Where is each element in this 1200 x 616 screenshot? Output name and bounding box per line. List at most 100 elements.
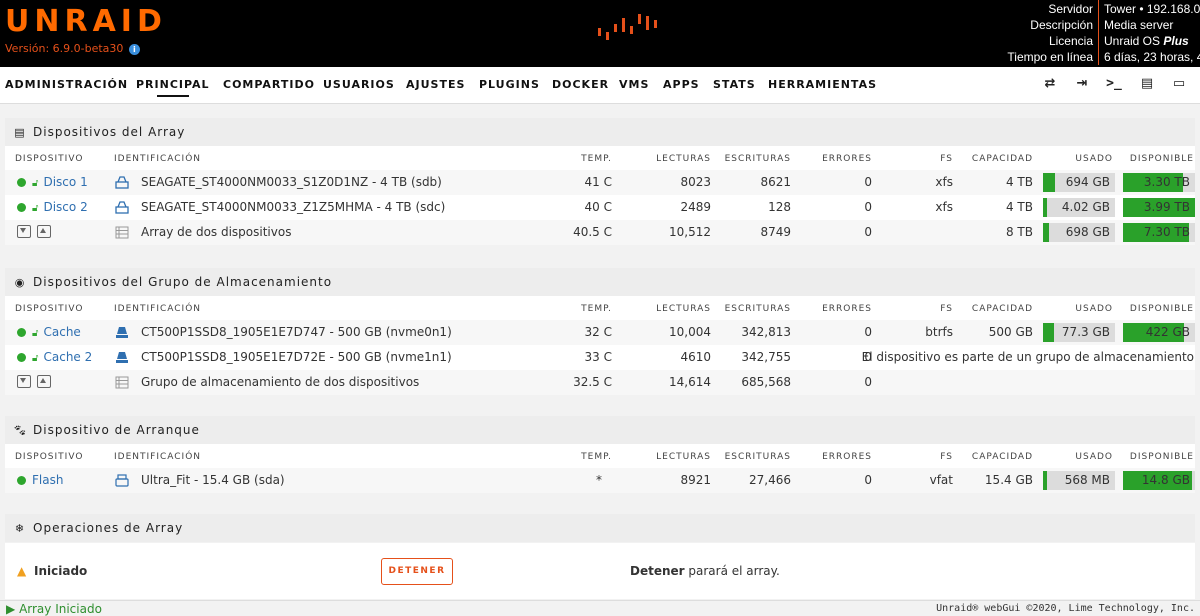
value-license-plus: Plus: [1163, 34, 1189, 48]
used-value: 77.3 GB: [1061, 325, 1110, 339]
unraid-logo[interactable]: UNRAID: [5, 4, 167, 40]
free-value: 422 GB: [1145, 325, 1190, 339]
pool-devices-section: ◉ Dispositivos del Grupo de Almacenamien…: [5, 268, 1195, 395]
nav-principal[interactable]: PRINCIPAL: [136, 78, 210, 97]
play-icon: ▶︎: [6, 602, 16, 616]
nav-stats[interactable]: STATS: [713, 78, 756, 91]
temp-cell: 33 C: [584, 350, 612, 364]
spin-down-icon[interactable]: [17, 375, 31, 388]
col-fs: FS: [940, 304, 953, 314]
stop-array-button[interactable]: DETENER: [381, 558, 453, 585]
ident-cell: CT500P1SSD8_1905E1E7D72E - 500 GB (nvme1…: [141, 350, 452, 364]
free-value: 7.30 TB: [1143, 225, 1190, 239]
col-ident: IDENTIFICACIÓN: [114, 304, 202, 314]
fs-cell: vfat: [929, 473, 953, 487]
terminal-icon[interactable]: >_: [1105, 75, 1123, 93]
monitor-icon[interactable]: ▭: [1170, 75, 1188, 93]
disc-icon: ◉: [14, 275, 26, 289]
size-cell: 500 GB: [988, 325, 1033, 339]
nav-plugins[interactable]: PLUGINS: [479, 78, 540, 91]
spin-up-icon[interactable]: [37, 375, 51, 388]
section-title: ❄ Operaciones de Array: [5, 514, 1195, 542]
used-bar-fill: [1043, 198, 1047, 217]
array-operations-section: ❄ Operaciones de Array: [5, 514, 1195, 542]
errors-cell: 0: [864, 175, 872, 189]
col-size: CAPACIDAD: [971, 304, 1033, 314]
server-info-values: Tower • 192.168.0 Media server Unraid OS…: [1099, 0, 1200, 65]
table-header: DISPOSITIVO IDENTIFICACIÓN TEMP. LECTURA…: [5, 296, 1195, 320]
temp-cell: 40 C: [584, 200, 612, 214]
reads-cell: 14,614: [669, 375, 711, 389]
switch-icon[interactable]: ⇄: [1041, 75, 1059, 93]
device-link[interactable]: Flash: [32, 473, 63, 487]
reads-cell: 8921: [680, 473, 711, 487]
server-info-labels: Servidor Descripción Licencia Tiempo en …: [1007, 0, 1099, 65]
reads-cell: 2489: [680, 200, 711, 214]
label-license: Licencia: [1048, 34, 1093, 48]
col-reads: LECTURAS: [656, 304, 711, 314]
value-license[interactable]: Unraid OS Plus: [1104, 33, 1200, 49]
writes-cell: 685,568: [741, 375, 791, 389]
spin-up-icon[interactable]: [37, 225, 51, 238]
free-bar: 422 GB: [1123, 323, 1195, 342]
ident-cell: Grupo de almacenamiento de dos dispositi…: [141, 375, 420, 389]
unlock-icon: 🔓︎: [32, 353, 39, 364]
errors-cell: 0: [864, 473, 872, 487]
used-bar-fill: [1043, 323, 1054, 342]
temp-cell: 40.5 C: [573, 225, 612, 239]
label-server: Servidor: [1048, 2, 1093, 16]
footer-copyright: Unraid® webGui ©2020, Lime Technology, I…: [936, 603, 1195, 614]
info-icon[interactable]: i: [128, 44, 140, 55]
ident-cell: SEAGATE_ST4000NM0033_Z1Z5MHMA - 4 TB (sd…: [141, 200, 446, 214]
device-link[interactable]: Cache: [43, 325, 80, 339]
col-writes: ESCRITURAS: [724, 304, 791, 314]
collapse-controls: [17, 220, 57, 245]
nav-docker[interactable]: DOCKER: [552, 78, 609, 91]
col-errors: ERRORES: [822, 154, 872, 164]
array-title-text: Dispositivos del Array: [33, 125, 186, 139]
table-row: 🔓︎ Cache CT500P1SSD8_1905E1E7D747 - 500 G…: [5, 320, 1195, 345]
free-bar: 3.30 TB: [1123, 173, 1195, 192]
nav-administracion[interactable]: ADMINISTRACIÓN: [5, 78, 128, 91]
nav-ajustes[interactable]: AJUSTES: [406, 78, 465, 91]
col-size: CAPACIDAD: [971, 452, 1033, 462]
device-link[interactable]: Disco 1: [43, 175, 87, 189]
feedback-icon[interactable]: ▤: [1138, 75, 1156, 93]
value-license-text: Unraid OS: [1104, 34, 1164, 48]
stop-description-rest: parará el array.: [684, 564, 780, 578]
nav-herramientas[interactable]: HERRAMIENTAS: [768, 78, 877, 91]
col-device: DISPOSITIVO: [15, 452, 84, 462]
col-errors: ERRORES: [822, 452, 872, 462]
temp-cell: *: [596, 473, 602, 487]
table-row: 🔓︎ Disco 1 SEAGATE_ST4000NM0033_S1Z0D1NZ …: [5, 170, 1195, 195]
col-size: CAPACIDAD: [971, 154, 1033, 164]
fs-cell: xfs: [935, 175, 953, 189]
writes-cell: 27,466: [749, 473, 791, 487]
errors-cell: 0: [864, 225, 872, 239]
device-link[interactable]: Cache 2: [43, 350, 92, 364]
ident-cell: Array de dos dispositivos: [141, 225, 292, 239]
writes-cell: 8749: [760, 225, 791, 239]
unlock-icon: 🔓︎: [32, 203, 39, 214]
status-dot-icon: [17, 203, 26, 212]
nav-usuarios[interactable]: USUARIOS: [323, 78, 395, 91]
section-title: ▤ Dispositivos del Array: [5, 118, 1195, 146]
status-dot-icon: [17, 328, 26, 337]
col-ident: IDENTIFICACIÓN: [114, 154, 202, 164]
col-reads: LECTURAS: [656, 452, 711, 462]
used-value: 698 GB: [1065, 225, 1110, 239]
nav-apps[interactable]: APPS: [663, 78, 700, 91]
errors-cell: 0: [864, 325, 872, 339]
reads-cell: 10,512: [669, 225, 711, 239]
device-link[interactable]: Disco 2: [43, 200, 87, 214]
spin-down-icon[interactable]: [17, 225, 31, 238]
col-used: USADO: [1075, 154, 1113, 164]
table-row: 🔓︎ Disco 2 SEAGATE_ST4000NM0033_Z1Z5MHMA …: [5, 195, 1195, 220]
nav-compartido[interactable]: COMPARTIDO: [223, 78, 315, 91]
nav-vms[interactable]: VMS: [619, 78, 649, 91]
unlock-icon: 🔓︎: [32, 328, 39, 339]
version-text: Versión: 6.9.0-beta30: [5, 42, 124, 55]
value-uptime: 6 días, 23 horas, 4: [1104, 50, 1200, 64]
status-dot-icon: [17, 178, 26, 187]
logout-icon[interactable]: ⇥: [1073, 75, 1091, 93]
